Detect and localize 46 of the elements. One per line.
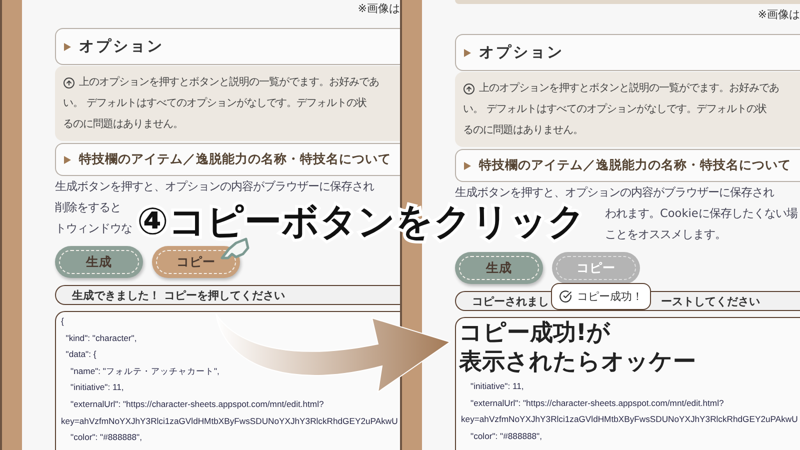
image-note: ※画像は	[358, 3, 400, 15]
arrow-up-circle-icon	[463, 82, 475, 94]
options-header[interactable]: オプション	[455, 34, 800, 71]
info-text: 上のオプションを押すとボタンと説明の一覧がでます。お好みであ	[479, 81, 779, 96]
code-line: key=ahVzfmNoYXJhY3Rlci1zaGVldHMtbXByFwsSDUNoYXJhY3RlckRhdGEY2uPAkwU	[61, 414, 399, 428]
description-text: ことをオススメします。	[605, 228, 726, 241]
info-text: るのに問題はありません。	[63, 117, 183, 132]
code-line: "data": {	[64, 348, 98, 362]
status-text: コピーされまし	[472, 294, 549, 308]
copy-button[interactable]: コピー	[152, 246, 240, 278]
description-text: 削除をすると	[55, 201, 121, 214]
toast-text: コピー成功！	[577, 289, 643, 304]
info-text: い。 デフォルトはすべてのオプションがなしです。デフォルトの状	[463, 102, 766, 117]
code-line: {	[61, 315, 65, 328]
triangle-icon	[464, 162, 471, 170]
code-line: key=ahVzfmNoYXJhY3Rlci1zaGVldHMtbXByFwsSDUNoYXJhY3RlckRhdGEY2uPAkwU	[461, 413, 799, 426]
image-note: ※画像は	[758, 9, 800, 21]
code-line: "name": "フォルテ・アッチャカート",	[70, 364, 220, 378]
status-text: 生成できました！ コピーを押してください	[72, 288, 285, 302]
code-line: "color": "#888888",	[470, 430, 543, 443]
check-circle-icon	[559, 290, 572, 303]
code-line: "kind": "character",	[64, 332, 138, 345]
accordion-header[interactable]: 特技欄のアイテム／逸脱能力の名称・特技名について	[455, 149, 800, 182]
code-line: "externalUrl": "https://character-sheets.appspot.com/mnt/edit.html?	[70, 398, 325, 411]
description-text: 生成ボタンを押すと、オプションの内容がブラウザーに保存され	[455, 186, 774, 199]
callout-text: コピー成功!が 表示されたらオッケー	[459, 319, 697, 377]
info-text: るのに問題はありません。	[463, 123, 583, 138]
info-text: 上のオプションを押すとボタンと説明の一覧がでます。お好みであ	[79, 75, 379, 90]
info-text: い。 デフォルトはすべてのオプションがなしです。デフォルトの状	[63, 96, 366, 111]
arrow-up-circle-icon	[63, 76, 75, 88]
status-text: ーストしてください	[661, 294, 760, 308]
options-header[interactable]: オプション	[55, 28, 400, 65]
triangle-icon	[64, 42, 71, 50]
generate-button[interactable]: 生成	[455, 252, 543, 284]
triangle-icon	[464, 48, 471, 56]
accordion-header[interactable]: 特技欄のアイテム／逸脱能力の名称・特技名について	[55, 143, 400, 176]
code-line: "initiative": 11,	[70, 381, 125, 394]
code-line: "externalUrl": "https://character-sheets.appspot.com/mnt/edit.html?	[470, 396, 725, 410]
generate-button[interactable]: 生成	[55, 246, 143, 278]
triangle-icon	[64, 156, 71, 164]
pointing-hand-icon	[220, 238, 250, 260]
code-line: "initiative": 11,	[470, 380, 525, 393]
code-line: "color": "#888888",	[70, 431, 143, 444]
description-text: われます。Cookieに保存したくない場	[605, 207, 798, 220]
description-text: トウィンドウな	[55, 222, 132, 235]
description-text: 生成ボタンを押すと、オプションの内容がブラウザーに保存され	[55, 180, 374, 193]
